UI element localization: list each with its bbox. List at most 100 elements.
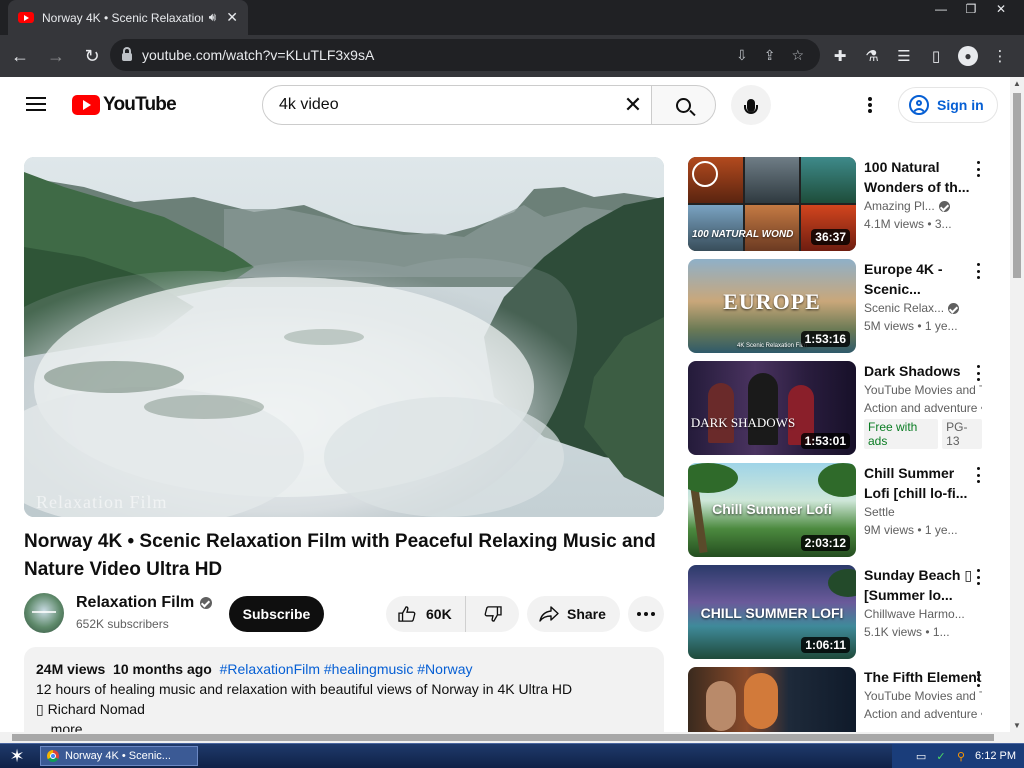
extensions-icon[interactable]: ✚ [824, 41, 856, 71]
related-channel[interactable]: Amazing Pl... [864, 197, 935, 215]
vertical-scrollbar[interactable]: ▲ ▼ [1010, 77, 1024, 732]
install-app-icon[interactable]: ⇩ [736, 47, 748, 64]
related-title[interactable]: Chill Summer Lofi [chill lo-fi... [864, 463, 982, 503]
figure-shape [748, 373, 778, 445]
search-input[interactable]: 4k video ✕ [262, 85, 652, 125]
related-thumbnail[interactable] [688, 667, 856, 733]
related-thumbnail[interactable]: DARK SHADOWS 1:53:01 [688, 361, 856, 455]
sign-in-button[interactable]: Sign in [898, 87, 998, 123]
taskbar-chrome-window[interactable]: Norway 4K • Scenic... [40, 746, 198, 766]
related-title[interactable]: The Fifth Element [864, 667, 982, 687]
related-channel[interactable]: Chillwave Harmo... [864, 605, 982, 623]
channel-name-link[interactable]: Relaxation Film [76, 594, 213, 612]
face-shape [706, 681, 736, 731]
related-video-item[interactable]: 100 NATURAL WOND 36:37 100 Natural Wonde… [688, 157, 1008, 251]
voice-search-button[interactable] [731, 85, 771, 125]
video-player[interactable]: Relaxation Film [24, 157, 664, 517]
scroll-down-icon[interactable]: ▼ [1010, 721, 1024, 730]
related-video-item[interactable]: CHILL SUMMER LOFI 1:06:11 Sunday Beach ▯… [688, 565, 1008, 659]
keyboard-icon[interactable]: ▭ [915, 750, 927, 763]
profile-avatar-icon[interactable]: ● [958, 46, 978, 66]
related-menu-icon[interactable] [975, 569, 981, 585]
thumbnail-text: CHILL SUMMER LOFI [700, 605, 844, 621]
related-video-item[interactable]: The Fifth Element YouTube Movies and TV … [688, 667, 1008, 733]
labs-flask-icon[interactable]: ⚗ [856, 41, 888, 71]
audio-playing-icon[interactable]: 🔊︎ [209, 10, 217, 25]
youtube-logo[interactable]: YouTube [72, 94, 177, 116]
media-queue-icon[interactable]: ☰ [888, 41, 920, 71]
minimize-icon[interactable]: — [926, 0, 956, 18]
related-title[interactable]: Sunday Beach ▯ [Summer lo... [864, 565, 982, 605]
network-icon[interactable]: ✓ [935, 750, 947, 763]
related-channel[interactable]: YouTube Movies and TV [864, 687, 982, 705]
share-button[interactable]: Share [527, 596, 620, 632]
dislike-button[interactable] [466, 606, 519, 622]
account-circle-icon [909, 95, 929, 115]
channel-avatar[interactable] [24, 593, 64, 633]
video-owner-row: Relaxation Film 652K subscribers Subscri… [24, 592, 664, 636]
back-icon[interactable]: ← [4, 40, 36, 72]
taskbar-window-label: Norway 4K • Scenic... [65, 750, 171, 762]
vertical-scroll-thumb[interactable] [1013, 93, 1021, 278]
related-video-item[interactable]: EUROPE 4K Scenic Relaxation Film 1:53:16… [688, 259, 1008, 353]
related-video-item[interactable]: Chill Summer Lofi 2:03:12 Chill Summer L… [688, 463, 1008, 557]
thumbnail-text: Chill Summer Lofi [712, 501, 832, 517]
related-thumbnail[interactable]: EUROPE 4K Scenic Relaxation Film 1:53:16 [688, 259, 856, 353]
share-label: Share [567, 606, 606, 622]
like-dislike-group: 60K [386, 596, 519, 632]
chrome-icon [47, 750, 59, 762]
subscriber-count: 652K subscribers [76, 617, 169, 631]
close-window-icon[interactable]: ✕ [986, 0, 1016, 18]
more-actions-button[interactable] [628, 596, 664, 632]
related-title[interactable]: Europe 4K - Scenic... [864, 259, 982, 299]
search-tray-icon[interactable]: ⚲ [955, 750, 967, 763]
related-title[interactable]: Dark Shadows [864, 361, 982, 381]
related-title[interactable]: 100 Natural Wonders of th... [864, 157, 982, 197]
settings-menu-icon[interactable] [860, 95, 880, 115]
related-meta: 5.1K views • 1... [864, 625, 950, 639]
restore-icon[interactable]: ❐ [956, 0, 986, 18]
clock[interactable]: 6:12 PM [975, 750, 1016, 762]
start-menu-icon[interactable]: ✶ [4, 745, 30, 767]
browser-tab-strip: Norway 4K • Scenic Relaxation 🔊︎ ✕ — ❐ ✕ [0, 0, 1024, 35]
clear-search-icon[interactable]: ✕ [615, 92, 651, 118]
figure-shape [708, 383, 734, 443]
related-menu-icon[interactable] [975, 671, 981, 687]
related-thumbnail[interactable]: 100 NATURAL WOND 36:37 [688, 157, 856, 251]
related-channel[interactable]: Scenic Relax... [864, 299, 944, 317]
chrome-menu-icon[interactable]: ⋮ [984, 41, 1016, 71]
forward-icon[interactable]: → [40, 40, 72, 72]
bookmark-star-icon[interactable]: ☆ [791, 47, 804, 64]
close-tab-icon[interactable]: ✕ [226, 9, 238, 26]
related-thumbnail[interactable]: CHILL SUMMER LOFI 1:06:11 [688, 565, 856, 659]
hashtags[interactable]: #RelaxationFilm #healingmusic #Norway [220, 661, 473, 677]
share-page-icon[interactable]: ⇪ [764, 47, 776, 64]
related-meta: 4.1M views • 3... [864, 217, 952, 231]
related-menu-icon[interactable] [975, 365, 981, 381]
related-channel[interactable]: YouTube Movies and TV [864, 381, 982, 399]
search-button[interactable] [651, 85, 716, 125]
video-frame [24, 157, 664, 517]
browser-tab[interactable]: Norway 4K • Scenic Relaxation 🔊︎ ✕ [8, 0, 248, 35]
horizontal-scrollbar[interactable] [0, 732, 1024, 743]
scroll-up-icon[interactable]: ▲ [1010, 79, 1024, 88]
side-panel-icon[interactable]: ▯ [920, 41, 952, 71]
sign-in-label: Sign in [937, 97, 984, 113]
address-bar[interactable]: youtube.com/watch?v=KLuTLF3x9sA ⇩ ⇪ ☆ [110, 39, 820, 71]
duration-badge: 2:03:12 [800, 535, 850, 551]
related-channel[interactable]: Settle [864, 503, 982, 521]
related-thumbnail[interactable]: Chill Summer Lofi 2:03:12 [688, 463, 856, 557]
search-query-text: 4k video [279, 96, 339, 113]
like-button[interactable]: 60K [386, 596, 466, 632]
subscribe-button[interactable]: Subscribe [229, 596, 324, 632]
related-menu-icon[interactable] [975, 263, 981, 279]
related-video-item[interactable]: DARK SHADOWS 1:53:01 Dark Shadows YouTub… [688, 361, 1008, 455]
related-meta: Action and adventure • [864, 401, 982, 415]
reload-icon[interactable]: ↻ [76, 40, 108, 72]
guide-menu-icon[interactable] [26, 97, 46, 111]
lock-icon [122, 47, 132, 61]
related-menu-icon[interactable] [975, 161, 981, 177]
horizontal-scroll-thumb[interactable] [12, 734, 994, 741]
related-menu-icon[interactable] [975, 467, 981, 483]
verified-badge-icon [938, 200, 950, 212]
